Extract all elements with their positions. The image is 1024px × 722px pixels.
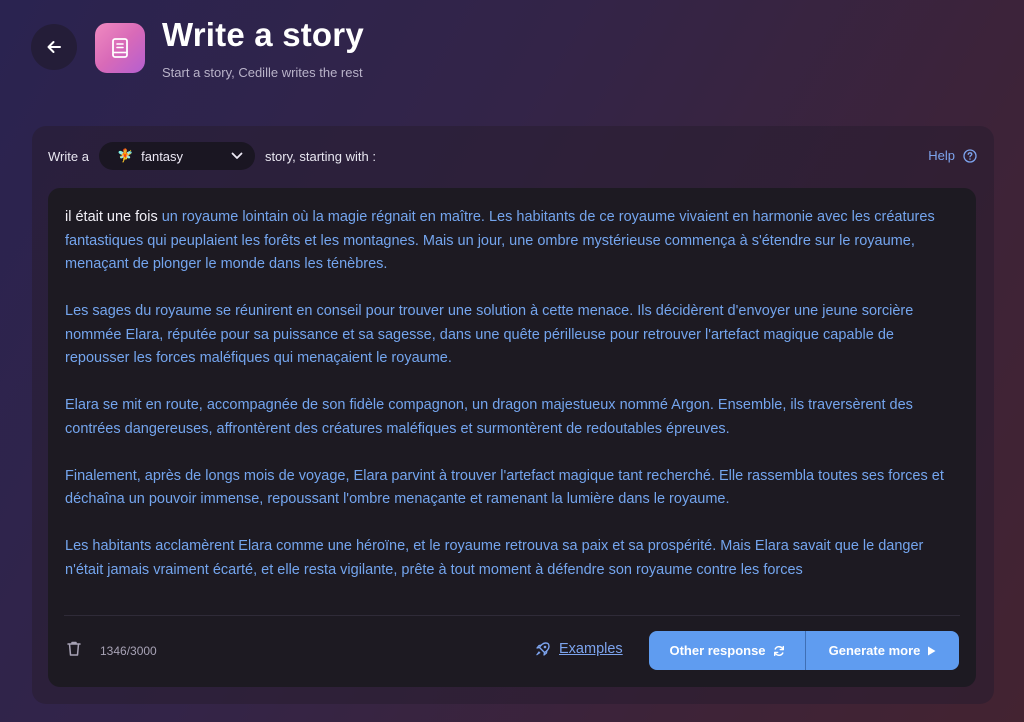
action-button-group: Other response Generate more — [649, 631, 959, 670]
examples-link[interactable]: Examples — [535, 641, 623, 657]
clear-button[interactable] — [66, 640, 82, 662]
story-paragraph: Finalement, après de longs mois de voyag… — [65, 467, 944, 508]
story-text[interactable]: il était une fois un royaume lointain où… — [65, 206, 945, 606]
help-link[interactable]: Help — [928, 148, 977, 163]
examples-label: Examples — [559, 641, 623, 657]
arrow-left-icon — [47, 41, 61, 53]
story-paragraph: Elara se mit en route, accompagnée de so… — [65, 397, 913, 437]
back-button[interactable] — [31, 24, 77, 70]
story-paragraph: Les habitants acclamèrent Elara comme un… — [65, 538, 924, 578]
editor-divider — [64, 615, 960, 616]
generate-more-button[interactable]: Generate more — [806, 631, 959, 670]
prompt-row: Write a 🧚 fantasy story, starting with : — [48, 142, 376, 170]
page-subtitle: Start a story, Cedille writes the rest — [162, 65, 363, 80]
generate-more-label: Generate more — [828, 643, 921, 658]
book-icon — [112, 38, 128, 58]
character-counter: 1346/3000 — [100, 644, 157, 658]
story-seed-text: il était une fois — [65, 209, 158, 225]
help-label: Help — [928, 148, 955, 163]
other-response-label: Other response — [669, 643, 766, 658]
rocket-icon — [536, 642, 550, 656]
prompt-prefix: Write a — [48, 148, 89, 164]
genre-select[interactable]: 🧚 fantasy — [98, 142, 255, 170]
refresh-icon — [773, 645, 785, 657]
chevron-down-icon — [231, 152, 243, 159]
app-icon — [95, 23, 145, 73]
prompt-suffix: story, starting with : — [264, 148, 376, 164]
page-header: Write a story Start a story, Cedille wri… — [0, 0, 1024, 110]
story-editor[interactable]: il était une fois un royaume lointain où… — [48, 188, 976, 687]
play-icon — [927, 646, 936, 656]
story-paragraph: il était une fois un royaume lointain où… — [65, 206, 945, 277]
genre-select-value: fantasy — [141, 148, 184, 164]
story-paragraph: Les sages du royaume se réunirent en con… — [65, 303, 914, 366]
trash-icon — [67, 641, 81, 656]
question-circle-icon — [963, 148, 977, 163]
fairy-icon: 🧚 — [116, 148, 134, 163]
story-generated-text: un royaume lointain où la magie régnait … — [65, 209, 935, 272]
page-title: Write a story — [162, 16, 364, 53]
other-response-button[interactable]: Other response — [649, 631, 806, 670]
story-panel: Write a 🧚 fantasy story, starting with :… — [32, 126, 994, 704]
